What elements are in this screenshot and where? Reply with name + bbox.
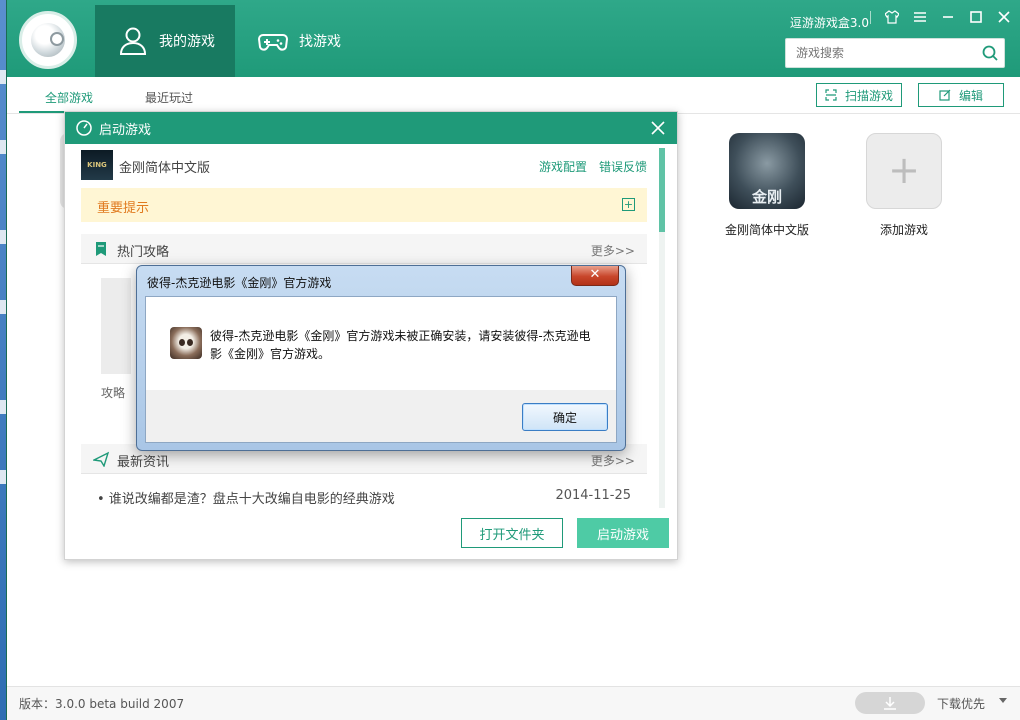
chevron-down-icon[interactable] [999,698,1007,703]
launch-icon [76,120,92,136]
scan-games-button[interactable]: 扫描游戏 [816,83,902,107]
guide-label[interactable]: 攻略 [101,384,125,401]
message-box-footer: 确定 [146,390,616,442]
divider [870,10,871,24]
minimize-icon[interactable] [941,10,955,24]
window-controls [870,10,1011,24]
download-priority[interactable]: 下载优先 [937,695,985,712]
launch-dialog-header: 启动游戏 [65,112,677,144]
hot-guides-header: 热门攻略 更多>> [81,234,647,264]
message-box-title: 彼得-杰克逊电影《金刚》官方游戏 [147,276,332,290]
status-bar: 版本：3.0.0 beta build 2007 下载优先 [7,686,1020,720]
scan-games-label: 扫描游戏 [844,88,893,103]
tab-find-games[interactable]: 找游戏 [235,5,375,77]
add-game-item[interactable]: + 添加游戏 [849,133,959,238]
subtab-recent[interactable]: 最近玩过 [145,89,193,106]
menu-icon[interactable] [913,10,927,24]
launch-game-button[interactable]: 启动游戏 [577,518,669,548]
guide-thumbnail[interactable] [101,278,131,374]
version-text: 版本：3.0.0 beta build 2007 [19,697,185,711]
edit-label: 编辑 [958,88,983,103]
plane-icon [93,451,109,467]
message-text: 彼得-杰克逊电影《金刚》官方游戏未被正确安装，请安装彼得-杰克逊电影《金刚》官方… [210,329,591,361]
edit-icon [939,89,951,101]
maximize-icon[interactable] [969,10,983,24]
game-config-link[interactable]: 游戏配置 [539,158,587,175]
open-folder-button[interactable]: 打开文件夹 [461,518,563,548]
edit-button[interactable]: 编辑 [918,83,1004,107]
news-item-date: 2014-11-25 [555,488,631,503]
tab-find-games-label: 找游戏 [299,34,341,50]
game-name: 金刚简体中文版 [724,223,809,237]
bookmark-icon [96,242,106,256]
error-feedback-link[interactable]: 错误反馈 [599,158,647,175]
tab-my-games[interactable]: 我的游戏 [95,5,235,77]
sub-tab-bar: 全部游戏 最近玩过 扫描游戏 编辑 [7,77,1020,114]
launch-dialog-title: 启动游戏 [99,122,152,138]
app-logo [19,11,77,69]
user-icon [119,27,147,55]
game-mini-thumbnail: KING KONG [81,150,113,199]
skin-icon[interactable] [885,10,899,24]
search-icon[interactable] [982,45,998,61]
ok-button[interactable]: 确定 [522,403,608,431]
hot-guides-title: 热门攻略 [117,245,170,260]
game-item-kingkong[interactable]: 金刚简体中文版 [712,133,822,238]
gamepad-icon [257,34,289,51]
header: 我的游戏 找游戏 逗游游戏盒3.0 [7,0,1020,77]
news-more[interactable]: 更多>> [591,452,635,469]
plus-icon[interactable]: + [866,133,942,209]
game-name: 金刚简体中文版 [119,161,211,176]
hot-guides-more[interactable]: 更多>> [591,242,635,259]
news-title: 最新资讯 [117,455,170,470]
scrollbar-thumb[interactable] [659,148,665,232]
important-notice[interactable]: 重要提示 + [81,188,647,222]
download-icon [884,697,896,710]
game-thumbnail[interactable] [729,133,805,209]
close-icon[interactable]: ✕ [571,266,619,286]
expand-icon[interactable]: + [622,198,635,211]
news-item-title[interactable]: • 谁说改编都是渣？盘点十大改编自电影的经典游戏 [97,488,395,507]
skull-icon [170,327,202,359]
add-game-label: 添加游戏 [879,223,928,237]
close-icon[interactable] [997,10,1011,24]
scrollbar[interactable] [659,148,665,508]
download-toggle[interactable] [855,692,925,714]
search-input[interactable] [786,39,966,67]
game-info-row: KING KONG 金刚简体中文版 游戏配置 错误反馈 [81,148,647,199]
search-box [785,38,1005,68]
notice-label: 重要提示 [97,201,150,216]
app-title: 逗游游戏盒3.0 [789,16,869,30]
message-box-body: 彼得-杰克逊电影《金刚》官方游戏未被正确安装，请安装彼得-杰克逊电影《金刚》官方… [145,296,617,443]
launch-dialog-footer: 打开文件夹 启动游戏 [65,512,677,560]
error-message-box: 彼得-杰克逊电影《金刚》官方游戏 ✕ 彼得-杰克逊电影《金刚》官方游戏未被正确安… [136,265,626,451]
scan-icon [825,89,837,101]
close-icon[interactable] [649,119,667,137]
tab-my-games-label: 我的游戏 [159,34,215,50]
subtab-all-games[interactable]: 全部游戏 [45,89,93,106]
